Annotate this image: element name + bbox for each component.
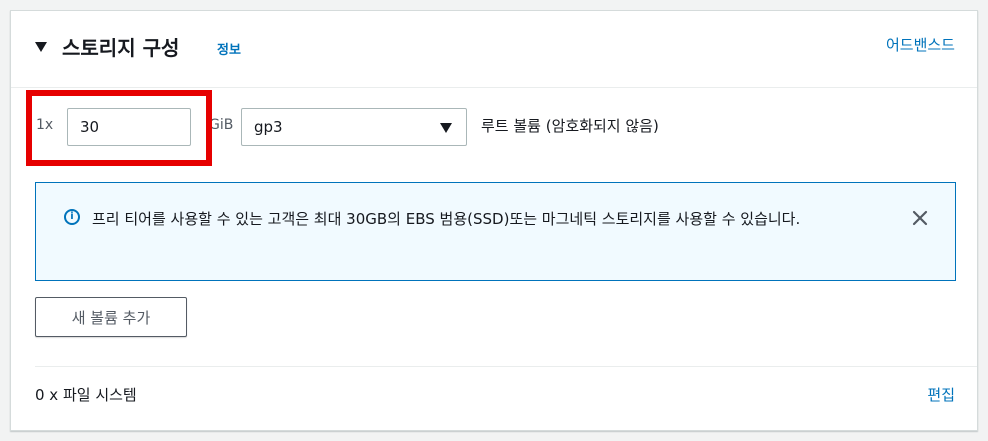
dropdown-arrow-icon xyxy=(440,123,452,133)
volume-size-input[interactable] xyxy=(67,108,191,146)
panel-header: 스토리지 구성 정보 어드밴스드 xyxy=(11,11,977,88)
edit-link[interactable]: 편집 xyxy=(927,384,955,405)
volume-count-label: 1x xyxy=(36,117,54,133)
volume-type-select[interactable]: gp3 xyxy=(241,108,467,146)
divider xyxy=(35,366,977,367)
info-icon: i xyxy=(64,209,80,225)
alert-text: 프리 티어를 사용할 수 있는 고객은 최대 30GB의 EBS 범용(SSD)… xyxy=(92,210,801,228)
storage-config-panel: 스토리지 구성 정보 어드밴스드 1x GiB gp3 루트 볼륨 (암호화되지… xyxy=(10,10,978,431)
close-icon[interactable] xyxy=(911,209,929,227)
collapse-caret-icon[interactable] xyxy=(35,42,47,52)
volume-unit-label: GiB xyxy=(209,117,234,133)
add-volume-button[interactable]: 새 볼륨 추가 xyxy=(35,297,187,337)
root-volume-label: 루트 볼륨 (암호화되지 않음) xyxy=(481,117,659,135)
advanced-link[interactable]: 어드밴스드 xyxy=(886,34,955,55)
volume-type-value: gp3 xyxy=(254,118,283,136)
section-title: 스토리지 구성 xyxy=(62,36,180,60)
info-link[interactable]: 정보 xyxy=(217,39,241,58)
file-system-label: 0 x 파일 시스템 xyxy=(35,386,137,404)
free-tier-info-alert: i 프리 티어를 사용할 수 있는 고객은 최대 30GB의 EBS 범용(SS… xyxy=(35,182,956,281)
